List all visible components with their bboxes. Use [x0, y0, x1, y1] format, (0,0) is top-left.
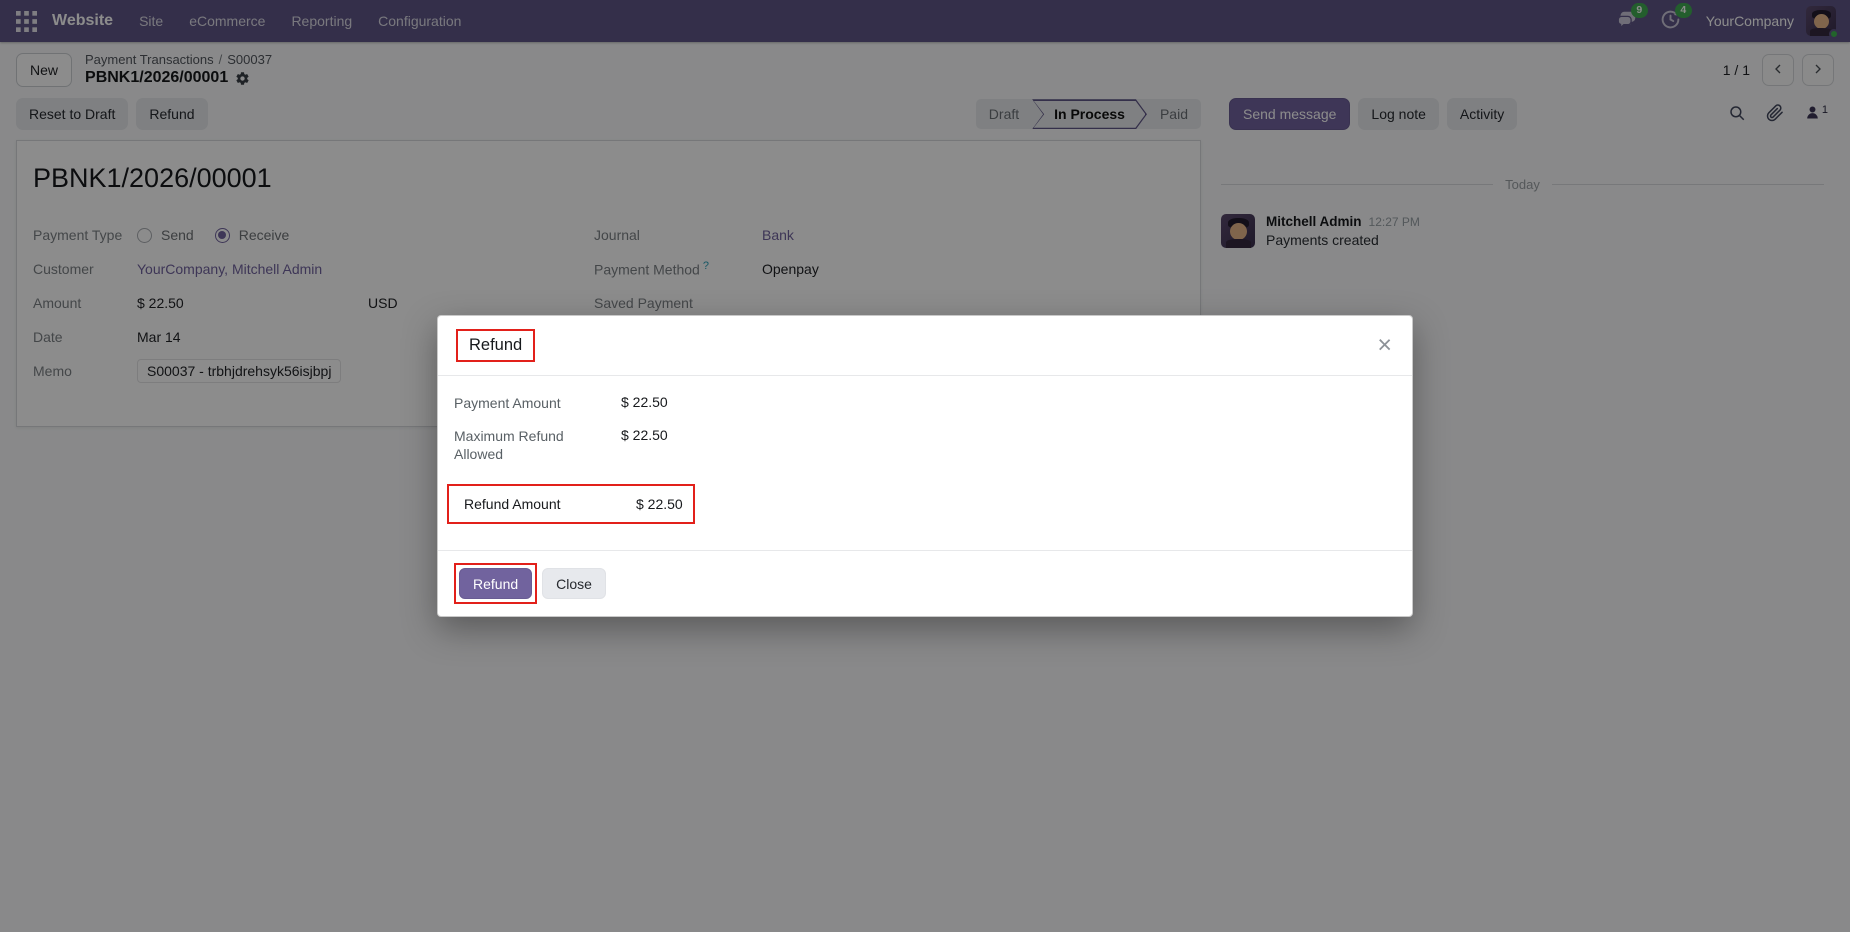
- maximum-refund-allowed-row: Maximum Refund Allowed $ 22.50: [454, 427, 1396, 463]
- payment-amount-value: $ 22.50: [621, 394, 668, 410]
- refund-button-annotation-box: Refund: [454, 563, 538, 604]
- refund-dialog: Refund × Payment Amount $ 22.50 Maximum …: [437, 315, 1413, 617]
- refund-dialog-title: Refund: [469, 336, 523, 354]
- title-annotation-box: Refund: [456, 329, 536, 362]
- refund-dialog-header: Refund ×: [438, 316, 1412, 376]
- close-button[interactable]: Close: [542, 568, 606, 599]
- refund-amount-input[interactable]: $ 22.50: [636, 496, 683, 512]
- payment-amount-label: Payment Amount: [454, 395, 561, 411]
- refund-amount-row: Refund Amount $ 22.50: [447, 483, 695, 524]
- refund-confirm-button[interactable]: Refund: [459, 568, 533, 599]
- payment-amount-row: Payment Amount $ 22.50: [454, 394, 1396, 412]
- refund-amount-label: Refund Amount: [464, 495, 561, 512]
- refund-dialog-body: Payment Amount $ 22.50 Maximum Refund Al…: [438, 376, 1412, 550]
- close-icon[interactable]: ×: [1375, 333, 1394, 358]
- refund-dialog-footer: Refund Close: [438, 550, 1412, 616]
- maximum-refund-allowed-label: Maximum Refund Allowed: [454, 428, 564, 463]
- maximum-refund-allowed-value: $ 22.50: [621, 427, 668, 444]
